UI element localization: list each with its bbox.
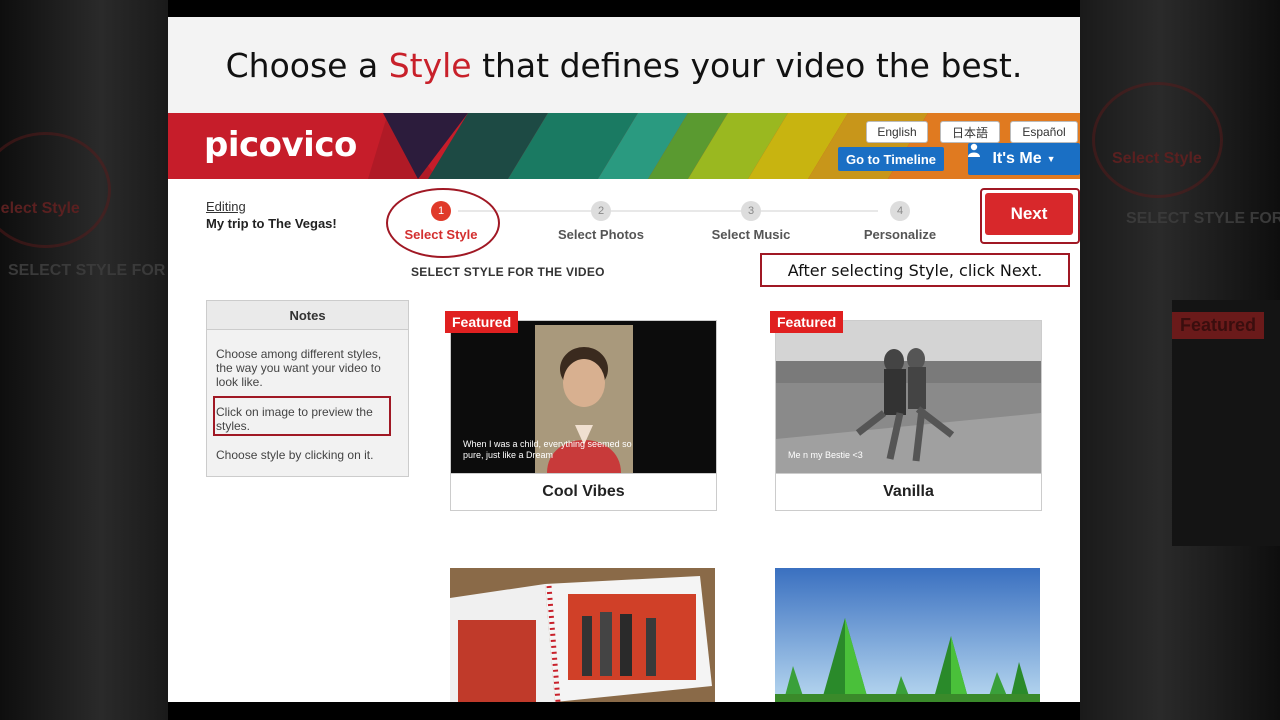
- ghost-badge: Featured: [1172, 312, 1265, 339]
- step-number: 3: [741, 201, 761, 221]
- note-item: Choose among different styles, the way y…: [216, 347, 382, 389]
- album-image: [450, 568, 715, 702]
- user-icon: [968, 143, 980, 157]
- style-thumbnail[interactable]: Me n my Bestie <3: [776, 321, 1041, 473]
- language-english[interactable]: English: [866, 121, 928, 143]
- step-number: 2: [591, 201, 611, 221]
- notes-title: Notes: [207, 301, 408, 330]
- section-title: SELECT STYLE FOR THE VIDEO: [411, 265, 605, 279]
- user-menu-label: It's Me: [992, 150, 1042, 167]
- style-card-vanilla[interactable]: Me n my Bestie <3 Vanilla Featured: [770, 311, 1042, 511]
- headline-prefix: Choose a: [225, 45, 389, 85]
- chevron-down-icon: ▼: [1046, 154, 1056, 164]
- style-thumbnail[interactable]: When I was a child, everything seemed so…: [451, 321, 716, 473]
- ghost-card: Featured: [1172, 300, 1280, 546]
- tutorial-slide: Choose a Style that defines your video t…: [168, 17, 1080, 702]
- notes-panel: Notes Choose among different styles, the…: [206, 300, 409, 477]
- featured-badge: Featured: [770, 311, 844, 333]
- note-highlight: [213, 396, 391, 436]
- step-label: Select Photos: [558, 227, 644, 242]
- headline-accent: Style: [388, 45, 472, 85]
- ghost-step-circle: [0, 132, 111, 248]
- project-title: My trip to The Vegas!: [206, 216, 337, 231]
- ghost-step-circle: [1092, 82, 1223, 198]
- ghost-text: SELECT STYLE FOR THE VIDEO: [8, 262, 168, 279]
- headline-suffix: that defines your video the best.: [471, 45, 1023, 85]
- ghost-text: Select Style: [0, 200, 80, 217]
- ghost-text: SELECT STYLE FOR THE VIDEO: [1126, 210, 1280, 227]
- featured-badge: Featured: [445, 311, 519, 333]
- style-caption: When I was a child, everything seemed so…: [463, 439, 632, 460]
- highlight-circle: [386, 188, 500, 258]
- style-card-cool-vibes[interactable]: When I was a child, everything seemed so…: [445, 311, 717, 511]
- step-label: Select Music: [711, 227, 791, 242]
- background-right: Select Style SELECT STYLE FOR THE VIDEO …: [1080, 0, 1280, 720]
- picovico-logo[interactable]: picovico: [204, 125, 357, 165]
- background-left: Select Style SELECT STYLE FOR THE VIDEO: [0, 0, 168, 720]
- step-number: 4: [890, 201, 910, 221]
- note-item: Choose style by clicking on it.: [216, 448, 374, 462]
- style-card-album[interactable]: [450, 568, 715, 702]
- site-header: picovico English 日本語 Español Go to Timel…: [168, 113, 1080, 179]
- language-japanese[interactable]: 日本語: [940, 121, 1000, 143]
- style-thumbnail[interactable]: [450, 568, 715, 702]
- step-select-music[interactable]: 3 Select Music: [686, 201, 816, 242]
- style-caption: Me n my Bestie <3: [788, 450, 863, 460]
- style-name: Vanilla: [776, 473, 1041, 510]
- style-thumbnail[interactable]: [775, 568, 1040, 702]
- ghost-text: Select Style: [1112, 150, 1202, 167]
- editing-link[interactable]: Editing: [206, 199, 246, 214]
- slide-headline: Choose a Style that defines your video t…: [168, 17, 1080, 113]
- user-menu-button[interactable]: It's Me ▼: [968, 143, 1080, 175]
- go-to-timeline-button[interactable]: Go to Timeline: [838, 147, 944, 171]
- next-button[interactable]: Next: [985, 193, 1073, 235]
- step-label: Personalize: [863, 227, 937, 242]
- style-card-forest[interactable]: [775, 568, 1040, 702]
- step-select-photos[interactable]: 2 Select Photos: [536, 201, 666, 242]
- tutorial-callout: After selecting Style, click Next.: [760, 253, 1070, 287]
- step-personalize[interactable]: 4 Personalize: [835, 201, 965, 242]
- forest-image: [775, 568, 1040, 702]
- language-spanish[interactable]: Español: [1010, 121, 1078, 143]
- style-name: Cool Vibes: [451, 473, 716, 510]
